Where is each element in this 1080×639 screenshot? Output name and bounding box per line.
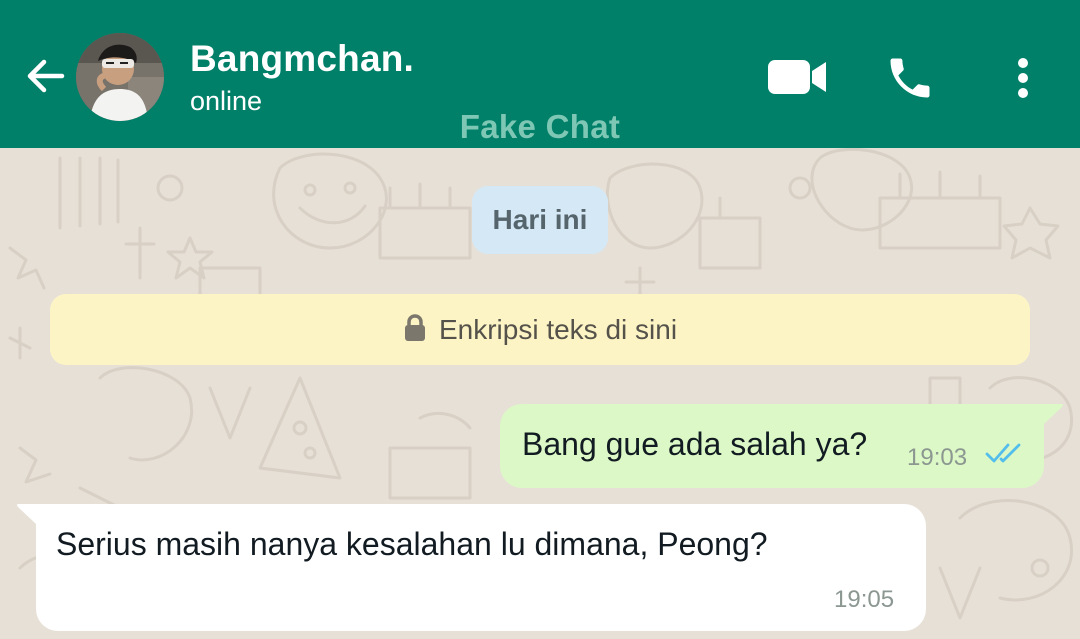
read-receipt-icon	[985, 443, 1021, 463]
back-button[interactable]	[20, 52, 68, 100]
back-arrow-icon	[27, 59, 65, 93]
date-chip: Hari ini	[472, 186, 608, 254]
video-call-icon	[768, 60, 826, 94]
voice-call-button[interactable]	[884, 52, 936, 104]
more-vert-icon	[1018, 58, 1028, 98]
message-time: 19:03	[907, 444, 968, 471]
message-time: 19:05	[834, 586, 895, 613]
watermark: Fake Chat	[459, 108, 621, 145]
encryption-notice-text: Enkripsi teks di sini	[438, 313, 678, 345]
chat-header: Bangmchan. online Fake Chat	[0, 0, 1080, 148]
contact-name[interactable]: Bangmchan.	[190, 38, 414, 80]
message-text: Serius masih nanya kesalahan lu dimana, …	[56, 526, 768, 562]
message-text: Bang gue ada salah ya?	[522, 426, 868, 462]
more-options-button[interactable]	[1006, 52, 1040, 104]
lock-icon	[404, 313, 425, 341]
video-call-button[interactable]	[764, 56, 830, 98]
encryption-notice[interactable]: Enkripsi teks di sini	[50, 294, 1030, 365]
outgoing-message[interactable]: Bang gue ada salah ya? 19:03	[500, 404, 1044, 488]
phone-icon	[890, 58, 930, 98]
incoming-message[interactable]: Serius masih nanya kesalahan lu dimana, …	[36, 504, 926, 631]
